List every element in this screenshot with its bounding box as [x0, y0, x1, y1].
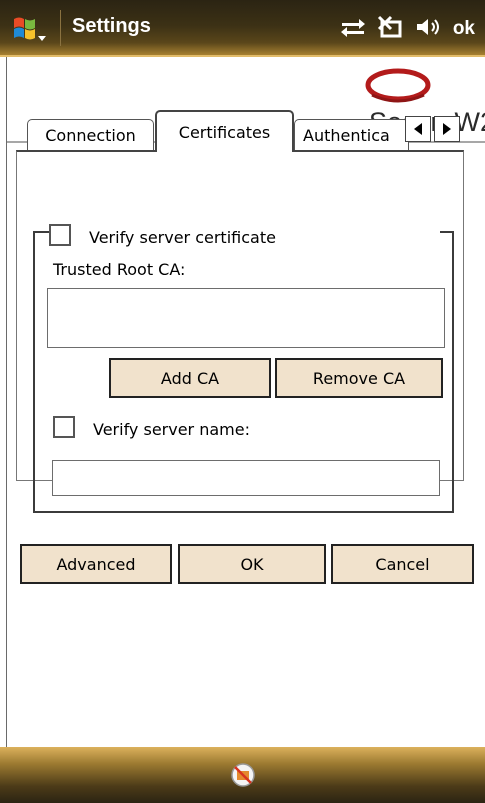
- verify-server-name-label: Verify server name:: [93, 420, 250, 439]
- page-title: Settings: [72, 15, 151, 37]
- connectivity-icon[interactable]: [339, 16, 367, 42]
- title-bar: Settings ok: [0, 0, 485, 57]
- status-icons: ok: [339, 14, 475, 44]
- trusted-root-ca-list[interactable]: [47, 288, 445, 348]
- server-name-input[interactable]: [52, 460, 440, 496]
- tab-scroll-controls: [405, 116, 460, 142]
- tab-label: Authentica: [303, 126, 390, 145]
- trusted-root-ca-label: Trusted Root CA:: [53, 260, 186, 279]
- keyboard-sip-icon[interactable]: [230, 762, 256, 788]
- speaker-icon[interactable]: [415, 16, 443, 42]
- verify-server-certificate-checkbox[interactable]: [49, 224, 71, 246]
- group-top-right: [440, 231, 454, 233]
- securew2-logo-icon: [362, 65, 432, 105]
- remove-ca-button[interactable]: Remove CA: [275, 358, 443, 398]
- arrow-right-icon[interactable]: [434, 116, 460, 142]
- no-signal-icon[interactable]: [377, 15, 405, 43]
- advanced-button[interactable]: Advanced: [20, 544, 172, 584]
- arrow-left-icon[interactable]: [405, 116, 431, 142]
- bottom-bar: [0, 747, 485, 803]
- cancel-button[interactable]: Cancel: [331, 544, 474, 584]
- ok-title-button[interactable]: ok: [453, 18, 475, 40]
- tab-label: Connection: [45, 126, 136, 145]
- tab-label: Certificates: [178, 122, 271, 142]
- title-separator: [60, 10, 61, 46]
- certificates-panel: Verify server certificate Trusted Root C…: [16, 150, 464, 481]
- group-top-left: [33, 231, 49, 233]
- windows-start-icon[interactable]: [10, 14, 54, 44]
- verify-server-name-checkbox[interactable]: [53, 416, 75, 438]
- tab-authentication[interactable]: Authentica: [294, 119, 409, 151]
- tab-connection[interactable]: Connection: [27, 119, 154, 151]
- ok-button[interactable]: OK: [178, 544, 326, 584]
- verify-server-certificate-label: Verify server certificate: [89, 228, 276, 247]
- tab-certificates[interactable]: Certificates: [155, 110, 294, 152]
- add-ca-button[interactable]: Add CA: [109, 358, 271, 398]
